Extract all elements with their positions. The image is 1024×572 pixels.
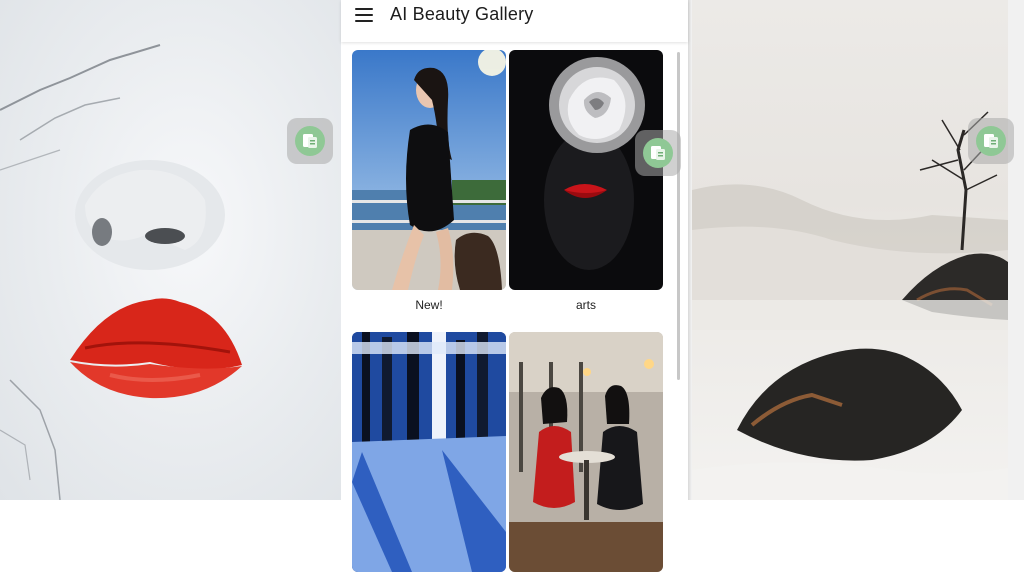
gallery-card[interactable] — [352, 332, 506, 572]
translate-icon — [643, 138, 673, 168]
translate-bubble[interactable] — [287, 118, 333, 164]
translate-icon — [295, 126, 325, 156]
gallery-thumbnail[interactable] — [352, 332, 506, 572]
translate-bubble[interactable] — [968, 118, 1014, 164]
translate-bubble[interactable] — [635, 130, 681, 176]
hamburger-menu-icon[interactable] — [355, 8, 373, 22]
gallery-card-label: arts — [575, 298, 596, 312]
app-bar: AI Beauty Gallery — [341, 0, 688, 42]
gallery-card-label: New! — [415, 298, 443, 312]
phone-screen: AI Beauty Gallery New! arts — [341, 0, 688, 572]
scrollbar[interactable] — [677, 52, 680, 380]
translate-icon — [976, 126, 1006, 156]
promo-image-lips — [0, 0, 341, 500]
promo-image-misty-mountains — [692, 0, 1008, 500]
gallery-thumbnail[interactable] — [352, 50, 506, 290]
gallery-card-new[interactable]: New! — [352, 50, 506, 312]
screen-edge — [1008, 0, 1024, 500]
gallery-card[interactable] — [509, 332, 663, 572]
app-title: AI Beauty Gallery — [390, 4, 534, 24]
gallery-thumbnail[interactable] — [509, 332, 663, 572]
gallery-grid: New! arts — [341, 42, 688, 572]
